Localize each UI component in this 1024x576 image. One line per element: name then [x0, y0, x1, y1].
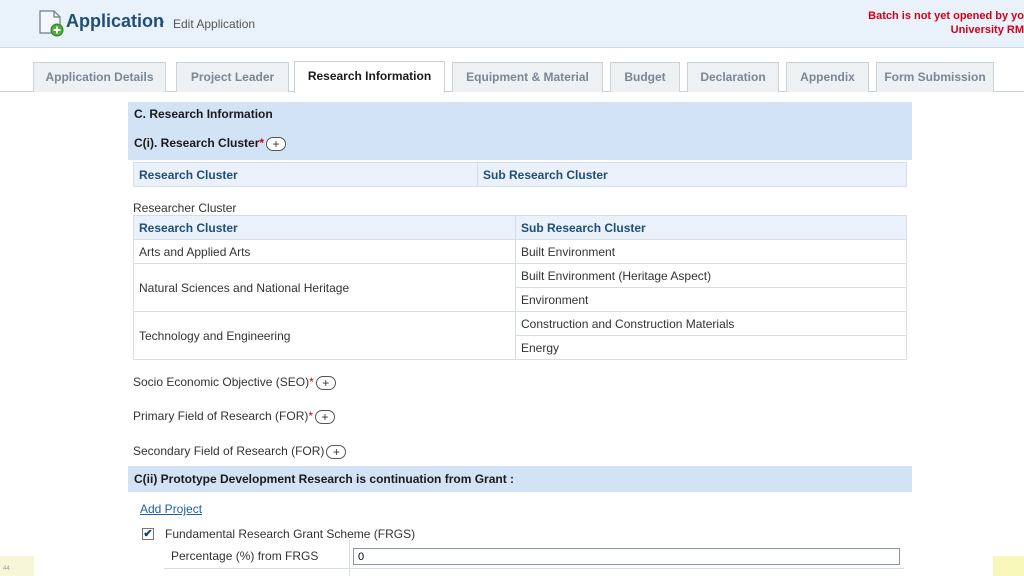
add-secondary-for-button[interactable]: +: [326, 444, 347, 459]
form-divider: [164, 568, 904, 569]
sub-research-cluster-cell: Built Environment: [515, 239, 907, 264]
research-cluster-heading: C(i). Research Cluster* +: [128, 126, 912, 160]
sub-research-cluster-cell: Built Environment (Heritage Aspect): [515, 263, 907, 288]
section-c-heading: C. Research Information: [128, 102, 912, 126]
percentage-input[interactable]: [353, 548, 900, 565]
form-divider: [349, 540, 350, 576]
column-header-sub-research-cluster: Sub Research Cluster: [515, 215, 907, 240]
primary-for-field: Primary Field of Research (FOR)* +: [133, 409, 336, 424]
tab-declaration[interactable]: Declaration: [687, 62, 779, 92]
required-marker: *: [308, 409, 314, 423]
research-cluster-heading-text: C(i). Research Cluster: [134, 136, 260, 150]
application-document-icon: [39, 10, 64, 37]
secondary-for-label: Secondary Field of Research (FOR): [133, 444, 325, 458]
sub-research-cluster-cell: Environment: [515, 287, 907, 312]
sub-research-cluster-cell: Energy: [515, 335, 907, 360]
researcher-cluster-label: Researcher Cluster: [133, 201, 237, 215]
tab-equipment-material[interactable]: Equipment & Material: [452, 62, 603, 92]
add-research-cluster-button[interactable]: +: [266, 136, 287, 151]
add-project-link[interactable]: Add Project: [140, 502, 202, 516]
table-header-row: Research Cluster Sub Research Cluster: [133, 215, 907, 240]
add-seo-button[interactable]: +: [315, 375, 336, 390]
required-marker: *: [309, 375, 314, 389]
sub-research-cluster-cell: Construction and Construction Materials: [515, 311, 907, 336]
required-marker: *: [259, 136, 265, 150]
percentage-label: Percentage (%) from FRGS: [171, 549, 319, 563]
seo-field: Socio Economic Objective (SEO)* +: [133, 375, 336, 390]
table-row: Natural Sciences and National Heritage B…: [133, 263, 907, 312]
section-cii-heading: C(ii) Prototype Development Research is …: [128, 466, 912, 492]
breadcrumb-separator: ›: [159, 13, 165, 30]
tab-bar: Application Details Project Leader Resea…: [0, 56, 1024, 93]
page-header: Application › Edit Application Batch is …: [0, 0, 1024, 48]
researcher-cluster-table: Research Cluster Sub Research Cluster Ar…: [133, 215, 907, 360]
tab-research-information[interactable]: Research Information: [294, 61, 445, 93]
batch-status-line2: University RM: [950, 24, 1024, 36]
research-information-panel: C. Research Information C(i). Research C…: [128, 102, 912, 576]
tab-form-submission[interactable]: Form Submission: [876, 62, 994, 92]
tab-appendix[interactable]: Appendix: [786, 62, 869, 92]
primary-for-label: Primary Field of Research (FOR): [133, 409, 309, 423]
frgs-checkbox[interactable]: ✔: [142, 528, 154, 540]
batch-status-line1: Batch is not yet opened by yo: [868, 10, 1024, 22]
column-header-research-cluster: Research Cluster: [133, 215, 516, 240]
tab-project-leader[interactable]: Project Leader: [176, 62, 289, 92]
column-header-sub-research-cluster: Sub Research Cluster: [477, 162, 907, 187]
column-header-research-cluster: Research Cluster: [133, 162, 478, 187]
research-cluster-cell: Technology and Engineering: [133, 311, 516, 360]
research-cluster-cell: Natural Sciences and National Heritage: [133, 263, 516, 312]
table-header-row: Research Cluster Sub Research Cluster: [133, 162, 907, 187]
batch-status-message: Batch is not yet opened by yo University…: [824, 9, 1024, 37]
research-cluster-cell: Arts and Applied Arts: [133, 239, 516, 264]
frgs-checkbox-label: Fundamental Research Grant Scheme (FRGS): [165, 527, 416, 541]
page-corner-right: [993, 556, 1024, 576]
research-cluster-table: Research Cluster Sub Research Cluster: [133, 162, 907, 187]
table-row: Technology and Engineering Construction …: [133, 311, 907, 360]
page-number: 44: [3, 566, 10, 572]
seo-label: Socio Economic Objective (SEO): [133, 375, 310, 389]
add-primary-for-button[interactable]: +: [315, 409, 336, 424]
tab-budget[interactable]: Budget: [610, 62, 680, 92]
page-title: Application: [66, 11, 164, 31]
table-row: Arts and Applied Arts Built Environment: [133, 239, 907, 264]
secondary-for-field: Secondary Field of Research (FOR) +: [133, 444, 347, 459]
breadcrumb-current: Edit Application: [173, 17, 256, 31]
tab-application-details[interactable]: Application Details: [33, 62, 166, 92]
